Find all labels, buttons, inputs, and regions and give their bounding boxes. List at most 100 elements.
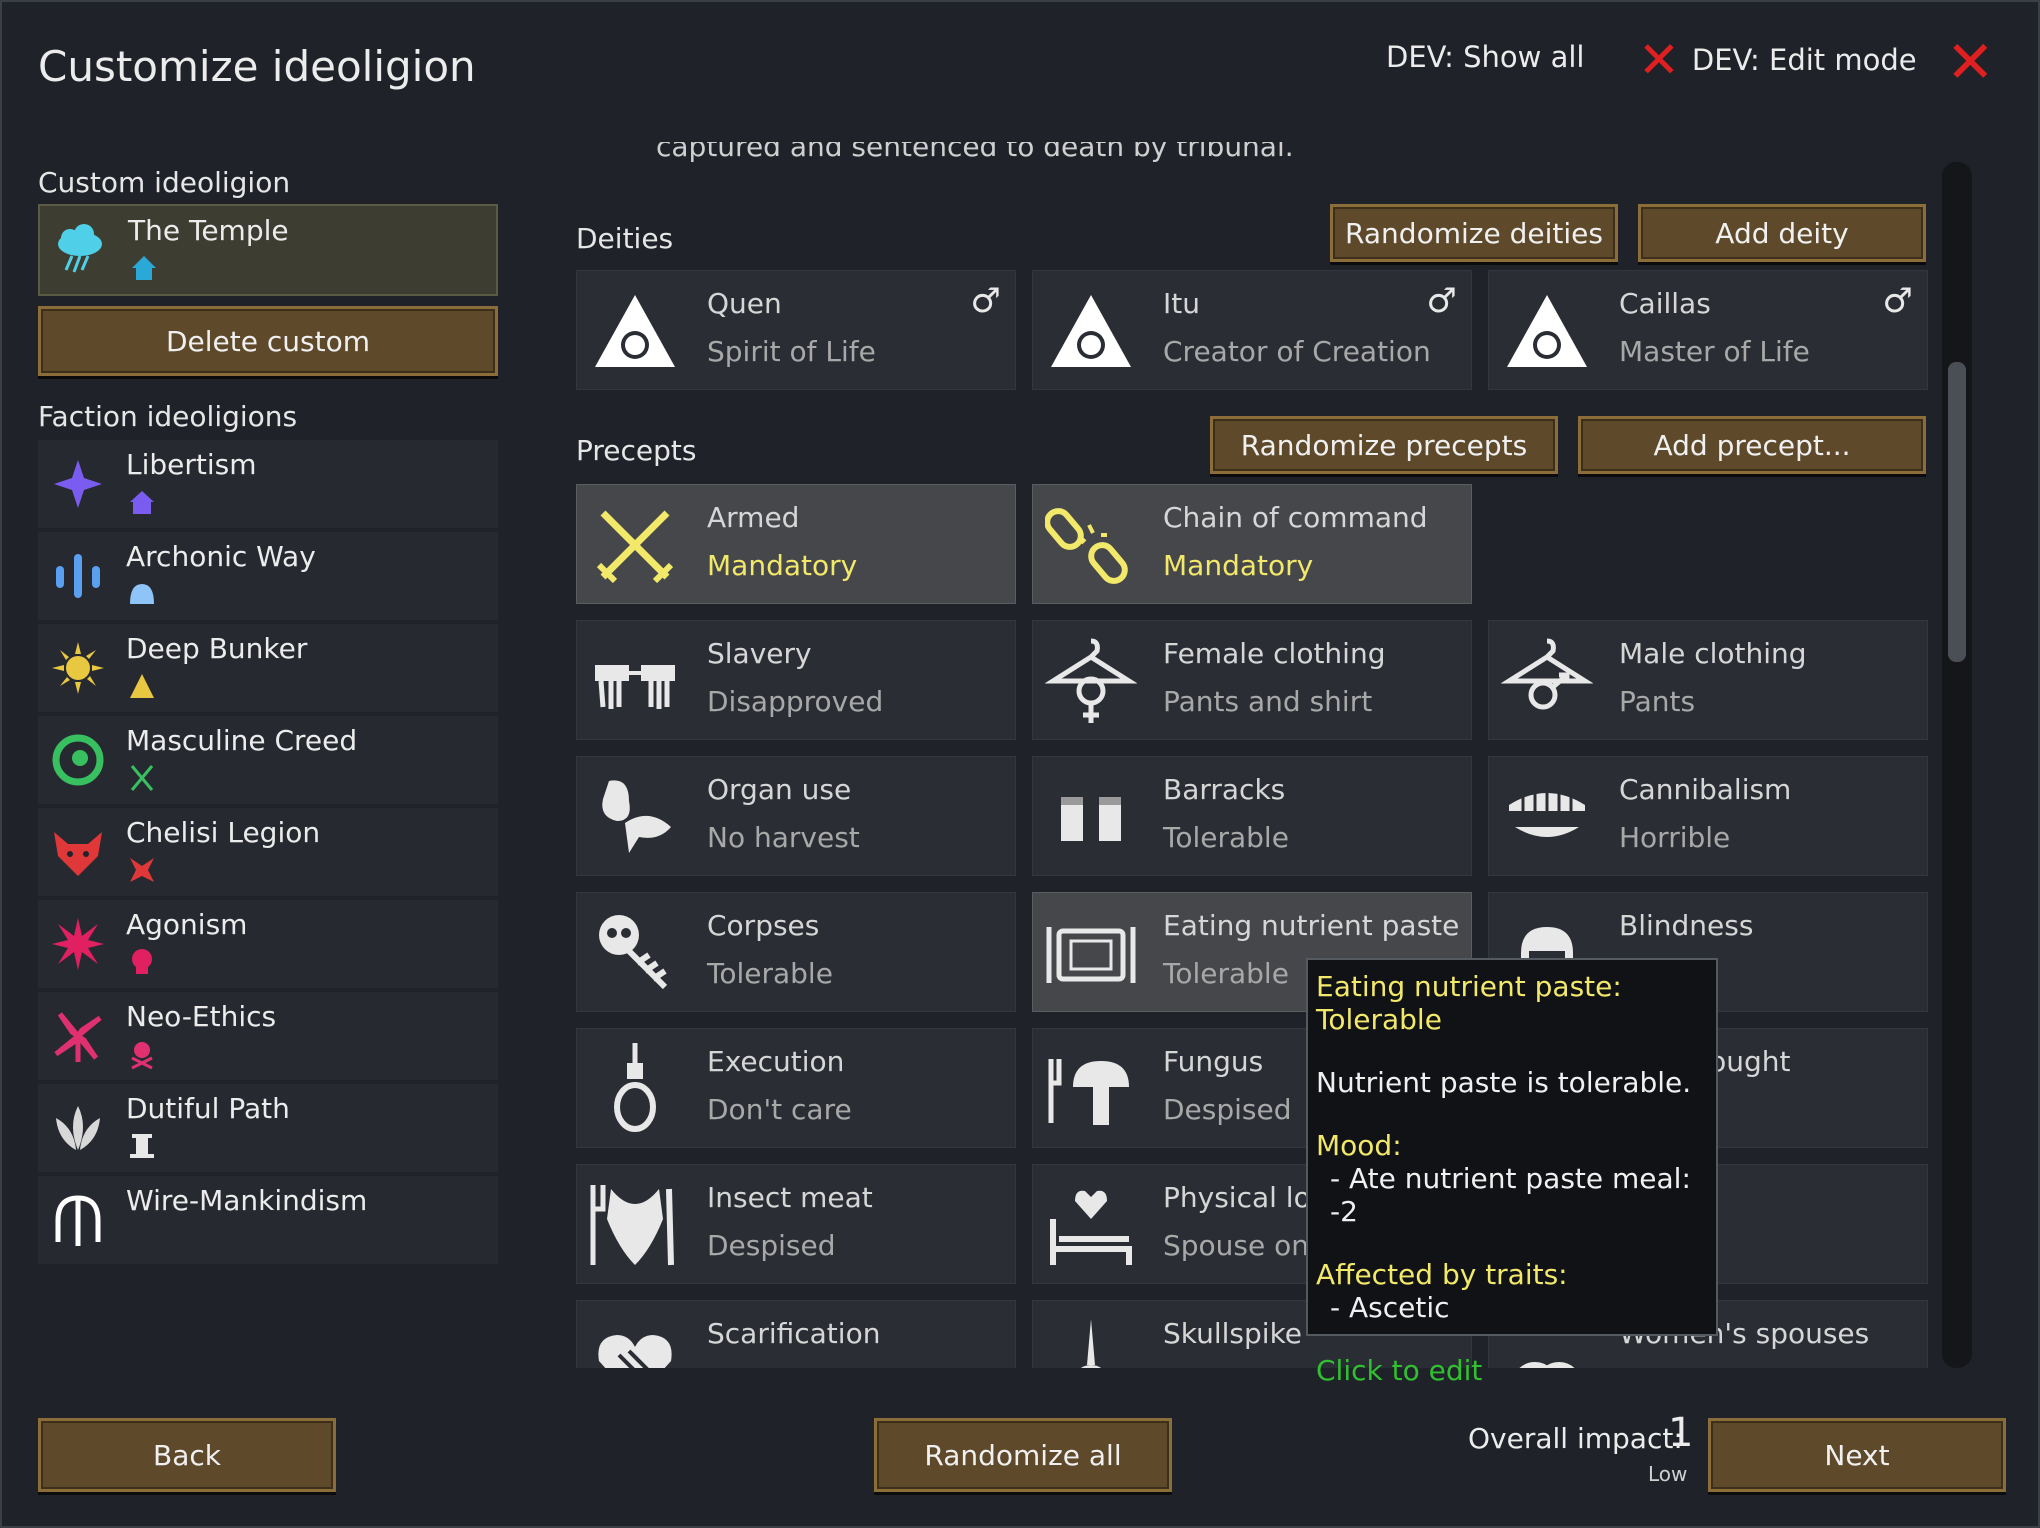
precept-card-cannibalism[interactable]: Cannibalism Horrible xyxy=(1488,756,1928,876)
ideoligion-name: The Temple xyxy=(128,214,289,247)
precept-card-chain-of-command[interactable]: Chain of command Mandatory xyxy=(1032,484,1472,604)
deity-card-quen[interactable]: Quen Spirit of Life ♂ xyxy=(576,270,1016,390)
precept-name: Corpses xyxy=(707,909,820,942)
precept-name: Organ use xyxy=(707,773,852,806)
precept-value: Mandatory xyxy=(707,549,858,582)
faction-item-wire-mankindism[interactable]: Wire-Mankindism xyxy=(38,1176,498,1264)
faction-item-archonic-way[interactable]: Archonic Way xyxy=(38,532,498,620)
randomize-deities-button[interactable]: Randomize deities xyxy=(1330,204,1618,262)
ideoligion-name: Dutiful Path xyxy=(126,1092,290,1125)
deity-title: Creator of Creation xyxy=(1163,335,1431,368)
tent-icon xyxy=(130,674,154,698)
dev-show-all-label: DEV: Show all xyxy=(1386,40,1585,74)
sun-gear-icon xyxy=(52,642,104,694)
precept-card-slavery[interactable]: Slavery Disapproved xyxy=(576,620,1016,740)
precept-name: Male clothing xyxy=(1619,637,1807,670)
next-button[interactable]: Next xyxy=(1708,1418,2006,1492)
spiky-star-icon xyxy=(52,918,104,970)
teeth-icon xyxy=(1509,789,1585,837)
faction-item-deep-bunker[interactable]: Deep Bunker xyxy=(38,624,498,712)
faction-item-dutiful-path[interactable]: Dutiful Path xyxy=(38,1084,498,1172)
precept-value: Tolerable xyxy=(1163,957,1289,990)
precept-card-organ-use[interactable]: Organ use No harvest xyxy=(576,756,1016,876)
precept-name: Female clothing xyxy=(1163,637,1386,670)
dev-edit-mode-toggle[interactable]: ✕ DEV: Edit mode xyxy=(1638,31,1917,89)
faction-item-masculine-creed[interactable]: Masculine Creed xyxy=(38,716,498,804)
close-icon[interactable]: ✕ xyxy=(1946,32,1995,92)
beds-icon xyxy=(1061,797,1121,841)
precept-card-armed[interactable]: Armed Mandatory xyxy=(576,484,1016,604)
faction-item-agonism[interactable]: Agonism xyxy=(38,900,498,988)
faction-ideoligions-label: Faction ideoligions xyxy=(38,400,298,433)
tooltip-traits-item: - Ascetic xyxy=(1330,1291,1450,1324)
precept-card-execution[interactable]: Execution Don't care xyxy=(576,1028,1016,1148)
scrollbar-track[interactable] xyxy=(1942,162,1972,1368)
custom-ideoligion-the-temple[interactable]: The Temple xyxy=(38,204,498,296)
spike-icon xyxy=(1080,1319,1102,1368)
precept-value: Tolerable xyxy=(1163,821,1289,854)
scrollbar-thumb[interactable] xyxy=(1948,362,1966,662)
burst-icon xyxy=(130,858,154,882)
overall-impact-level: Low xyxy=(1648,1462,1688,1486)
eye-triangle-icon xyxy=(1051,295,1131,367)
cross-icon: ✕ xyxy=(1638,31,1680,89)
precept-card-barracks[interactable]: Barracks Tolerable xyxy=(1032,756,1472,876)
female-hanger-icon xyxy=(1045,638,1137,723)
faction-item-libertism[interactable]: Libertism xyxy=(38,440,498,528)
precept-card-insect-meat[interactable]: Insect meat Despised xyxy=(576,1164,1016,1284)
precept-card-female-clothing[interactable]: Female clothing Pants and shirt xyxy=(1032,620,1472,740)
dev-show-all-toggle[interactable]: DEV: Show all xyxy=(1386,40,1584,74)
ideoligion-name: Deep Bunker xyxy=(126,632,308,665)
ideoligion-name: Neo-Ethics xyxy=(126,1000,277,1033)
precept-name: Execution xyxy=(707,1045,845,1078)
precept-value: Horrible xyxy=(1619,821,1731,854)
crossed-lines-icon xyxy=(130,765,154,791)
faction-item-neo-ethics[interactable]: Neo-Ethics xyxy=(38,992,498,1080)
storm-cloud-icon xyxy=(58,224,102,273)
broken-chain-icon xyxy=(1045,508,1128,584)
temple-icon xyxy=(132,256,156,280)
precept-value: Pants and shirt xyxy=(1163,685,1373,718)
precept-name: Scarification xyxy=(707,1317,881,1350)
precept-card-scarification[interactable]: Scarification xyxy=(576,1300,1016,1368)
pillars-icon xyxy=(56,554,100,598)
delete-custom-button[interactable]: Delete custom xyxy=(38,306,498,376)
faction-item-chelisi-legion[interactable]: Chelisi Legion xyxy=(38,808,498,896)
nutrient-paste-icon xyxy=(1046,927,1136,983)
eye-triangle-icon xyxy=(1507,295,1587,367)
skull-crossbones-icon xyxy=(131,1042,153,1070)
add-deity-button[interactable]: Add deity xyxy=(1638,204,1926,262)
trident-arch-icon xyxy=(55,1195,101,1246)
precept-name: Blindness xyxy=(1619,909,1754,942)
back-button[interactable]: Back xyxy=(38,1418,336,1492)
add-precept-button[interactable]: Add precept... xyxy=(1578,416,1926,474)
dome-icon xyxy=(130,584,154,604)
randomize-precepts-button[interactable]: Randomize precepts xyxy=(1210,416,1558,474)
skeleton-icon xyxy=(599,915,668,990)
precept-value: Mandatory xyxy=(1163,549,1314,582)
male-symbol-icon: ♂ xyxy=(1882,281,1913,321)
page-title: Customize ideoligion xyxy=(38,42,476,91)
ideoligion-detail-scroll[interactable]: captured and sentenced to death by tribu… xyxy=(574,142,1954,1368)
tooltip-traits-label: Affected by traits: xyxy=(1316,1258,1568,1291)
precept-name: Skullspike xyxy=(1163,1317,1303,1350)
custom-ideoligion-label: Custom ideoligion xyxy=(38,166,291,199)
deity-card-caillas[interactable]: Caillas Master of Life ♂ xyxy=(1488,270,1928,390)
house-icon xyxy=(130,491,154,514)
precept-name: Physical lov xyxy=(1163,1181,1328,1214)
precept-card-male-clothing[interactable]: Male clothing Pants xyxy=(1488,620,1928,740)
ideoligion-name: Agonism xyxy=(126,908,248,941)
precept-tooltip: Eating nutrient paste: Tolerable Nutrien… xyxy=(1306,958,1718,1387)
insect-icon xyxy=(590,1185,674,1266)
star-icon xyxy=(54,460,102,508)
precept-card-corpses[interactable]: Corpses Tolerable xyxy=(576,892,1016,1012)
skull-icon xyxy=(132,949,152,974)
precept-name: Eating nutrient paste xyxy=(1163,909,1460,942)
randomize-all-button[interactable]: Randomize all xyxy=(874,1418,1172,1492)
column-icon xyxy=(130,1134,154,1158)
deity-title: Spirit of Life xyxy=(707,335,876,368)
male-symbol-icon: ♂ xyxy=(1426,281,1457,321)
pinwheel-icon xyxy=(54,1012,102,1062)
deity-card-itu[interactable]: Itu Creator of Creation ♂ xyxy=(1032,270,1472,390)
tooltip-description: Nutrient paste is tolerable. xyxy=(1316,1066,1692,1099)
